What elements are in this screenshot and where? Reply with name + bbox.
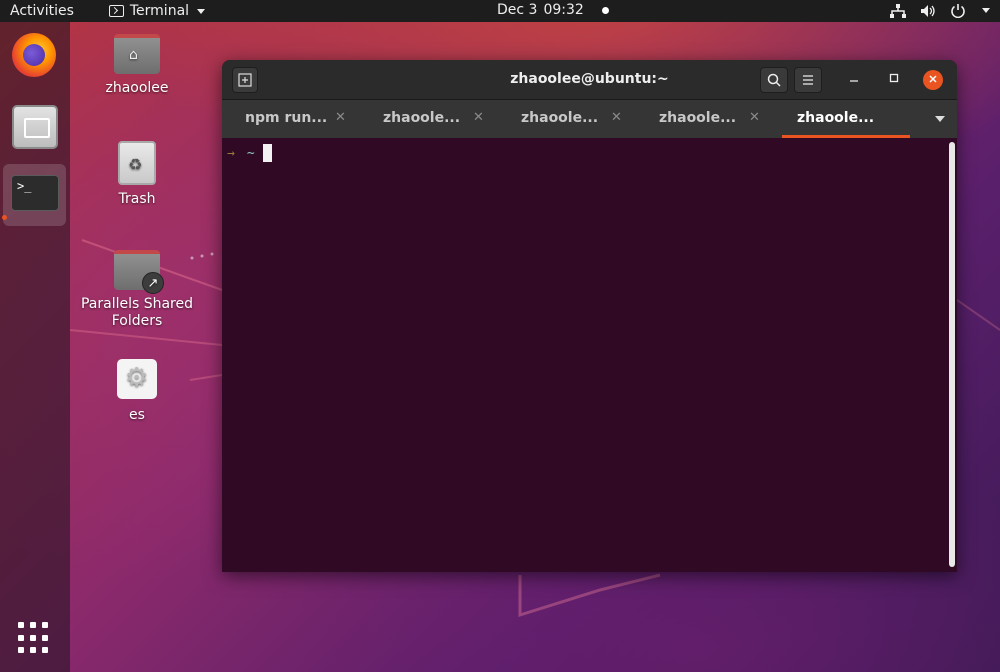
home-icon: ⌂ [129, 47, 138, 63]
tab-3[interactable]: zhaoole... ✕ [498, 100, 636, 138]
tab-bar: npm run... ✕ zhaoole... ✕ zhaoole... ✕ z… [222, 100, 957, 138]
clock-time: 09:32 [543, 2, 584, 18]
network-icon [890, 3, 906, 18]
desktop-icon-es[interactable]: ⚙ es [72, 359, 202, 423]
maximize-icon [889, 73, 899, 83]
top-bar: Activities Terminal Dec 3 09:32 [0, 0, 1000, 22]
desktop-icon-label: zhaoolee [105, 80, 169, 96]
dock-item-firefox[interactable] [3, 22, 66, 84]
prompt-arrow: → [227, 145, 235, 161]
tab-label: zhaoole... [383, 110, 461, 126]
minimize-icon [850, 80, 858, 82]
window-headerbar: zhaoolee@ubuntu:~ [222, 60, 957, 100]
tab-close-icon[interactable]: ✕ [611, 110, 622, 125]
search-button[interactable] [760, 67, 788, 93]
desktop-icon-trash[interactable]: ♻ Trash [72, 141, 202, 207]
close-button[interactable] [923, 70, 943, 90]
desktop-icon-label: es [129, 407, 145, 423]
terminal-icon: >_ [11, 175, 59, 211]
chevron-down-icon [197, 8, 206, 14]
folder-icon: ↗ [114, 250, 164, 294]
dock: >_ [0, 22, 70, 672]
terminal-content[interactable]: → ~ [222, 138, 957, 572]
volume-icon [921, 4, 935, 17]
tab-4[interactable]: zhaoole... ✕ [636, 100, 774, 138]
search-icon [767, 73, 781, 87]
dock-item-terminal[interactable]: >_ [3, 164, 66, 226]
power-icon [951, 4, 965, 18]
tab-2[interactable]: zhaoole... ✕ [360, 100, 498, 138]
system-tray[interactable] [890, 3, 990, 18]
terminal-icon [108, 5, 124, 17]
prompt-path: ~ [246, 145, 255, 161]
shell-prompt: → ~ [227, 144, 272, 162]
close-icon [929, 75, 937, 83]
app-menu-label: Terminal [129, 3, 190, 19]
text-cursor [262, 144, 272, 162]
desktop-icon-label: Parallels Shared Folders [80, 296, 194, 329]
desktop-icon-parallels-shared-folders[interactable]: ↗ Parallels Shared Folders [72, 250, 202, 330]
desktop-icon-home[interactable]: ⌂ zhaoolee [72, 34, 202, 96]
menu-button[interactable] [794, 67, 822, 93]
tab-label: zhaoole... [797, 110, 875, 126]
tab-label: zhaoole... [659, 110, 737, 126]
activities-button[interactable]: Activities [10, 3, 74, 19]
tab-label: zhaoole... [521, 110, 599, 126]
chevron-down-icon [982, 8, 990, 13]
terminal-window: zhaoolee@ubuntu:~ npm run... ✕ zhaoole..… [222, 60, 957, 572]
tab-list-chevron-down-icon[interactable] [935, 116, 945, 122]
tab-label: npm run... [245, 110, 328, 126]
app-menu[interactable]: Terminal [108, 3, 206, 19]
running-indicator [2, 215, 7, 220]
maximize-button[interactable] [884, 70, 904, 90]
tab-close-icon[interactable]: ✕ [473, 110, 484, 125]
link-icon: ↗ [142, 272, 164, 294]
home-folder-icon: ⌂ [114, 34, 160, 74]
files-icon [12, 105, 58, 149]
notification-dot-icon [601, 6, 609, 14]
settings-icon: ⚙ [117, 359, 157, 399]
apps-grid-icon[interactable] [18, 622, 50, 654]
tab-close-icon[interactable]: ✕ [749, 110, 760, 125]
tab-close-icon[interactable]: ✕ [335, 110, 346, 125]
dock-item-files[interactable] [3, 97, 66, 159]
firefox-icon [12, 33, 56, 77]
tab-1[interactable]: npm run... ✕ [222, 100, 360, 138]
hamburger-menu-icon [803, 75, 813, 85]
scrollbar[interactable] [949, 142, 955, 567]
clock[interactable]: Dec 3 09:32 [497, 2, 609, 18]
desktop-icon-label: Trash [118, 191, 156, 207]
trash-icon: ♻ [118, 141, 156, 185]
clock-date: Dec 3 [497, 2, 538, 18]
tab-5-active[interactable]: zhaoole... [782, 100, 920, 138]
minimize-button[interactable] [844, 70, 864, 90]
